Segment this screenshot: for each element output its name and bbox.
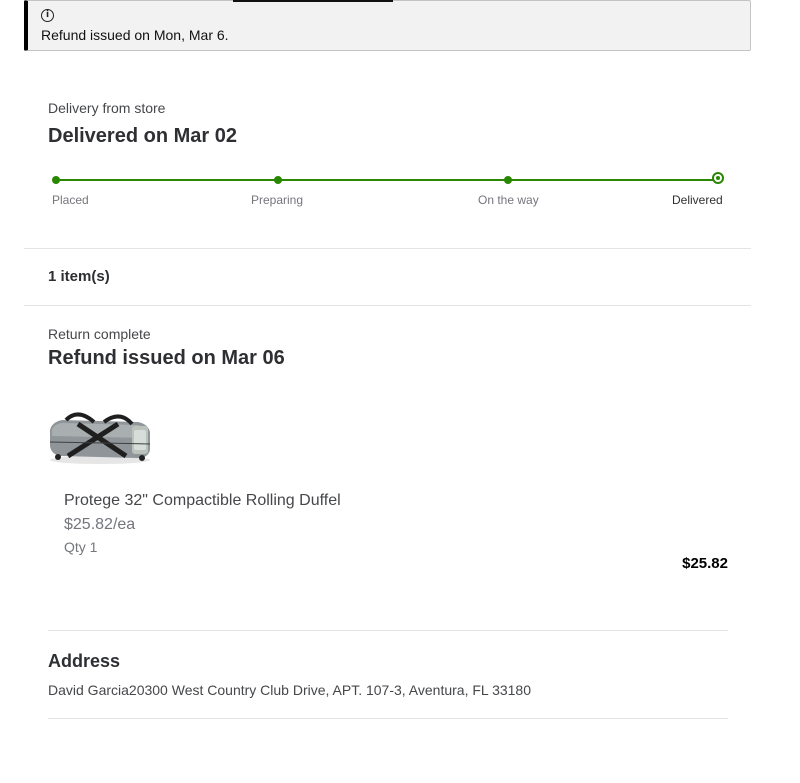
progress-line bbox=[55, 179, 720, 181]
step-label-placed: Placed bbox=[52, 193, 89, 207]
step-dot-delivered bbox=[712, 172, 724, 184]
product-quantity: Qty 1 bbox=[64, 539, 98, 555]
alert-message: Refund issued on Mon, Mar 6. bbox=[41, 27, 229, 43]
delivery-title: Delivered on Mar 02 bbox=[48, 125, 237, 147]
step-label-delivered: Delivered bbox=[672, 193, 723, 207]
divider bbox=[48, 718, 728, 719]
alert-accent-bar bbox=[233, 0, 393, 2]
divider bbox=[24, 248, 751, 249]
step-label-on-the-way: On the way bbox=[478, 193, 539, 207]
delivery-subtitle: Delivery from store bbox=[48, 100, 166, 116]
divider bbox=[24, 305, 751, 306]
product-total-price: $25.82 bbox=[682, 555, 728, 572]
refund-alert: i Refund issued on Mon, Mar 6. bbox=[24, 0, 751, 51]
step-label-preparing: Preparing bbox=[251, 193, 304, 207]
address-heading: Address bbox=[48, 651, 121, 671]
product-unit-price: $25.82/ea bbox=[64, 516, 136, 533]
step-dot-on-the-way bbox=[504, 176, 512, 184]
product-image[interactable] bbox=[48, 408, 152, 466]
items-count: 1 item(s) bbox=[48, 268, 110, 285]
address-text: David Garcia20300 West Country Club Driv… bbox=[48, 682, 531, 698]
info-icon: i bbox=[41, 9, 54, 22]
step-dot-placed bbox=[52, 176, 60, 184]
refund-title: Refund issued on Mar 06 bbox=[48, 347, 285, 369]
product-name[interactable]: Protege 32" Compactible Rolling Duffel bbox=[64, 492, 341, 510]
step-dot-preparing bbox=[274, 176, 282, 184]
return-status: Return complete bbox=[48, 326, 151, 342]
divider bbox=[48, 630, 728, 631]
